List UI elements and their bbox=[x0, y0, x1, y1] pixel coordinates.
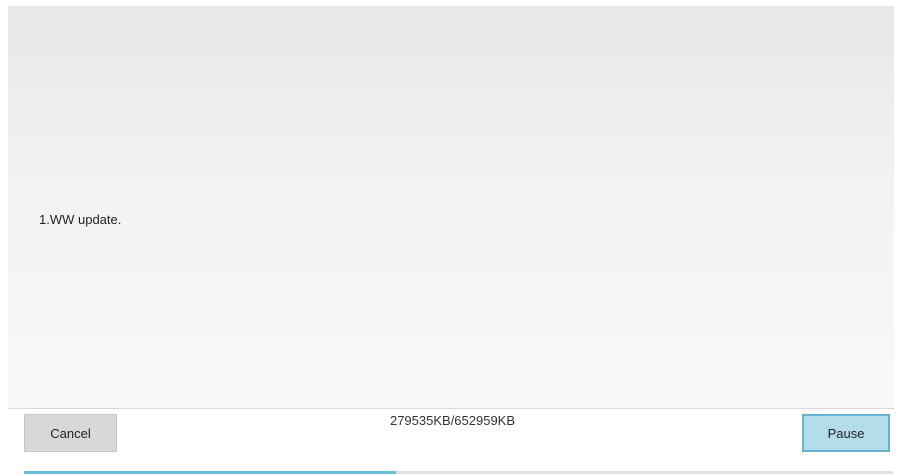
update-content-panel: 1.WW update. bbox=[8, 6, 894, 409]
download-progress-bar bbox=[24, 471, 893, 474]
pause-button[interactable]: Pause bbox=[802, 414, 890, 452]
download-progress-fill bbox=[24, 471, 396, 474]
update-message: 1.WW update. bbox=[39, 212, 122, 227]
bottom-action-bar: Cancel 279535KB/652959KB Pause bbox=[0, 408, 905, 475]
download-progress-text: 279535KB/652959KB bbox=[389, 413, 516, 428]
